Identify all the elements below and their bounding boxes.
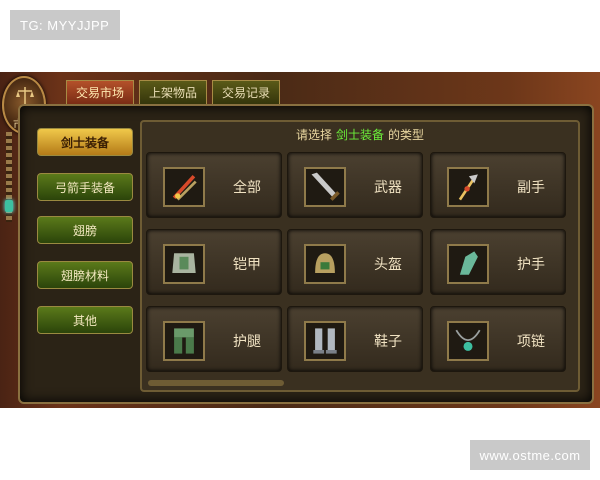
category-label: 副手 xyxy=(517,180,545,196)
category-label: 全部 xyxy=(233,180,261,196)
trident-icon xyxy=(447,167,489,207)
tab-trade-market[interactable]: 交易市场 xyxy=(66,80,134,104)
prompt-prefix: 请选择 xyxy=(295,127,332,142)
category-weapon[interactable]: 武器 xyxy=(287,152,423,218)
category-armor[interactable]: 铠甲 xyxy=(146,229,282,295)
prompt-suffix: 的类型 xyxy=(388,127,425,142)
gauntlet-icon xyxy=(447,244,489,284)
boots-icon xyxy=(304,321,346,361)
category-label: 护腿 xyxy=(233,334,261,350)
category-label: 铠甲 xyxy=(233,257,261,273)
tab-list-item[interactable]: 上架物品 xyxy=(139,80,207,104)
category-prompt: 请选择 剑士装备 的类型 xyxy=(142,124,578,144)
category-label: 武器 xyxy=(374,180,402,196)
category-necklace[interactable]: 项链 xyxy=(430,306,566,372)
category-label: 鞋子 xyxy=(374,334,402,350)
category-label: 头盔 xyxy=(374,257,402,273)
watermark-top-left: TG: MYYJJPP xyxy=(10,10,120,40)
greatsword-icon xyxy=(304,167,346,207)
category-leg-armor[interactable]: 护腿 xyxy=(146,306,282,372)
category-all[interactable]: 全部 xyxy=(146,152,282,218)
armor-icon xyxy=(163,244,205,284)
sidebar-item-wings[interactable]: 翅膀 xyxy=(37,216,133,244)
category-label: 护手 xyxy=(517,257,545,273)
category-helmet[interactable]: 头盔 xyxy=(287,229,423,295)
tab-trade-history[interactable]: 交易记录 xyxy=(212,80,280,104)
category-label: 项链 xyxy=(517,334,545,350)
sidebar-item-other[interactable]: 其他 xyxy=(37,306,133,334)
necklace-icon xyxy=(447,321,489,361)
leg-armor-icon xyxy=(163,321,205,361)
grid-scrollbar[interactable] xyxy=(148,380,284,386)
watermark-bottom-right: www.ostme.com xyxy=(470,440,590,470)
sword-bundle-icon xyxy=(163,167,205,207)
sidebar-item-archer[interactable]: 弓箭手装备 xyxy=(37,173,133,201)
sidebar-item-swordsman[interactable]: 剑士装备 xyxy=(37,128,133,156)
category-boots[interactable]: 鞋子 xyxy=(287,306,423,372)
gem-decoration xyxy=(5,200,13,212)
helmet-icon xyxy=(304,244,346,284)
prompt-highlight: 剑士装备 xyxy=(335,127,384,142)
sidebar-item-wing-materials[interactable]: 翅膀材料 xyxy=(37,261,133,289)
category-gauntlet[interactable]: 护手 xyxy=(430,229,566,295)
category-offhand[interactable]: 副手 xyxy=(430,152,566,218)
